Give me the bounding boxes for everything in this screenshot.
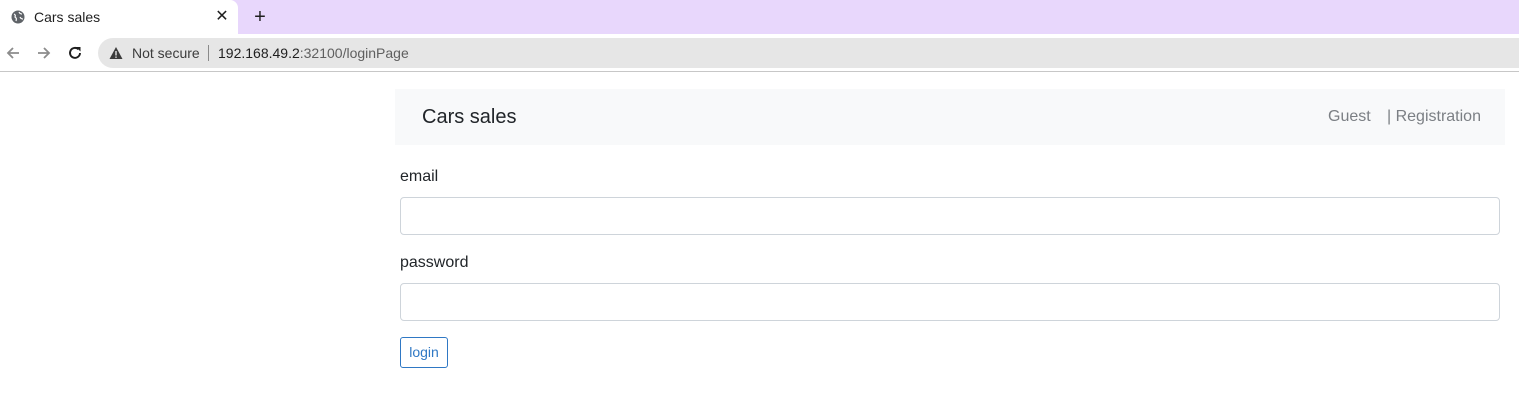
browser-tab-strip: Cars sales ✕ + [0,0,1519,34]
email-label: email [400,168,439,185]
password-field[interactable] [400,283,1500,321]
login-button[interactable]: login [400,337,448,368]
email-field[interactable] [400,197,1500,235]
url-path: :32100/loginPage [299,45,409,61]
url-host: 192.168.49.2 [218,45,300,61]
close-icon[interactable]: ✕ [214,9,230,25]
omnibox-divider [208,45,209,61]
new-tab-button[interactable]: + [251,7,269,27]
back-arrow-icon[interactable] [4,44,22,62]
globe-icon [11,10,25,24]
password-label: password [400,254,469,271]
browser-toolbar: Not secure 192.168.49.2:32100/loginPage [0,34,1519,72]
warning-icon [109,47,123,59]
url-text[interactable]: 192.168.49.2:32100/loginPage [218,45,409,61]
reload-icon[interactable] [66,44,84,62]
address-bar[interactable]: Not secure 192.168.49.2:32100/loginPage [98,38,1519,68]
nav-guest-link[interactable]: Guest [1328,107,1371,127]
navbar-brand[interactable]: Cars sales [422,105,516,129]
browser-tab[interactable]: Cars sales ✕ [0,0,238,34]
forward-arrow-icon[interactable] [35,44,53,62]
nav-registration-link[interactable]: | Registration [1387,107,1481,127]
site-navbar: Cars sales Guest | Registration [395,89,1505,145]
tab-title: Cars sales [34,9,101,25]
security-status[interactable]: Not secure [132,45,200,61]
